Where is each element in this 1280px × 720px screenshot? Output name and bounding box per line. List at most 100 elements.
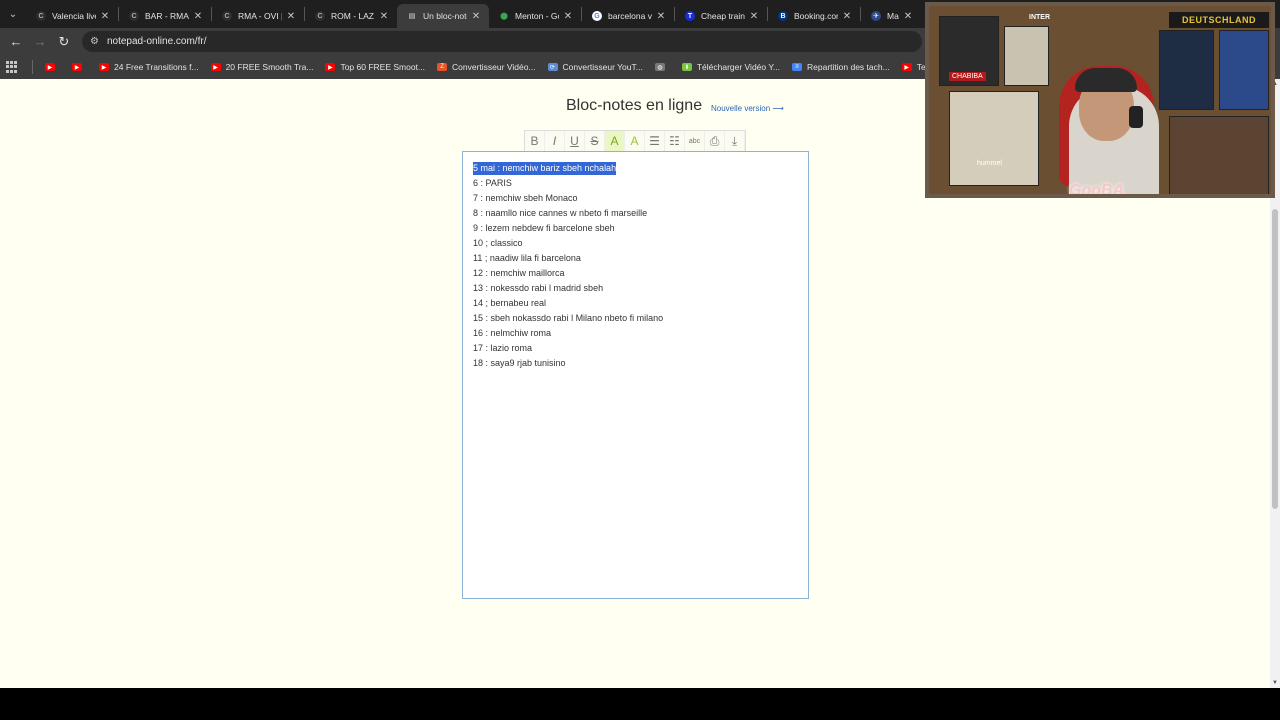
browser-tab[interactable]: C RMA - OVI | ✕	[212, 4, 304, 28]
notepad-line[interactable]: 6 : PARIS	[473, 178, 512, 188]
bookmark-item[interactable]: ▶ 24 Free Transitions f...	[99, 62, 199, 72]
download-button[interactable]: ⤓	[725, 131, 745, 151]
close-tab-icon[interactable]: ✕	[471, 11, 481, 22]
tab-title: Valencia live	[52, 11, 96, 21]
wall-shelf	[1169, 116, 1269, 194]
bookmark-label: Convertisseur Vidéo...	[452, 62, 536, 72]
text-color-button[interactable]: A	[625, 131, 645, 151]
bookmark-item[interactable]: Z Convertisseur Vidéo...	[437, 62, 536, 72]
scroll-down-arrow-icon[interactable]: ▼	[1272, 680, 1278, 686]
browser-tab[interactable]: T Cheap train ✕	[675, 4, 767, 28]
bulleted-list-button[interactable]: ☰	[645, 131, 665, 151]
address-url[interactable]: notepad-online.com/fr/	[107, 36, 207, 47]
bookmark-label: Convertisseur YouT...	[562, 62, 643, 72]
notepad-line-row: 17 : lazio roma	[473, 340, 798, 355]
tab-title: Marseille >	[887, 11, 899, 21]
close-tab-icon[interactable]: ✕	[903, 11, 913, 22]
close-tab-icon[interactable]: ✕	[842, 11, 852, 22]
bookmark-item[interactable]: ▶	[45, 63, 60, 71]
bookmark-item[interactable]: ⬇ Télécharger Vidéo Y...	[681, 62, 780, 72]
browser-tab[interactable]: ▤ Un bloc-note ✕	[397, 4, 489, 28]
bookmark-item[interactable]: ≡ Repartition des tach...	[792, 62, 890, 72]
back-arrow-icon[interactable]: ←	[4, 30, 28, 54]
notepad-line[interactable]: 8 : naamllo nice cannes w nbeto fi marse…	[473, 208, 647, 218]
youtube-icon: ▶	[210, 63, 221, 71]
page-title: Bloc-notes en ligne	[566, 97, 703, 114]
browser-tab[interactable]: ✈ Marseille > ✕	[861, 4, 921, 28]
browser-tab[interactable]: Gbarcelona va ✕	[582, 4, 674, 28]
notepad-line[interactable]: 9 : lezem nebdew fi barcelone sbeh	[473, 223, 615, 233]
notepad-line[interactable]: 13 : nokessdo rabi l madrid sbeh	[473, 283, 603, 293]
bookmark-item[interactable]: ▶ Top 60 FREE Smoot...	[325, 62, 425, 72]
bold-button[interactable]: B	[525, 131, 545, 151]
wall-jersey	[949, 91, 1039, 186]
notepad-line[interactable]: 7 : nemchiw sbeh Monaco	[473, 193, 578, 203]
notepad-line-selected[interactable]: 5 mai : nemchiw bariz sbeh nchalah	[473, 162, 617, 175]
bookmark-item[interactable]: ▶	[72, 63, 87, 71]
notepad-line[interactable]: 14 ; bernabeu real	[473, 298, 546, 308]
youtube-icon: ▶	[901, 63, 912, 71]
bookmark-item[interactable]: ◍	[654, 63, 670, 71]
notepad-line[interactable]: 17 : lazio roma	[473, 343, 532, 353]
tab-title: RMA - OVI |	[238, 11, 282, 21]
wall-poster	[1004, 26, 1049, 86]
tab-title: Menton - Go	[515, 11, 559, 21]
globe-c-icon: C	[129, 11, 139, 21]
browser-tab[interactable]: B Booking.com ✕	[768, 4, 860, 28]
close-tab-icon[interactable]: ✕	[749, 11, 759, 22]
bookmark-label: Top 60 FREE Smoot...	[340, 62, 426, 72]
numbered-list-button[interactable]: ☷	[665, 131, 685, 151]
close-tab-icon[interactable]: ✕	[656, 11, 666, 22]
notepad-line-row: 15 : sbeh nokassdo rabi l Milano nbeto f…	[473, 310, 798, 325]
site-info-icon[interactable]: ⚙	[90, 36, 99, 47]
browser-tab[interactable]: C BAR - RMA | ✕	[119, 4, 211, 28]
notepad-line-row: 6 : PARIS	[473, 175, 798, 190]
highlight-button[interactable]: A	[605, 131, 625, 151]
trainline-icon: T	[685, 11, 695, 21]
close-tab-icon[interactable]: ✕	[563, 11, 573, 22]
notepad-textarea[interactable]: 5 mai : nemchiw bariz sbeh nchalah 6 : PA…	[462, 151, 809, 599]
close-tab-icon[interactable]: ✕	[286, 11, 296, 22]
youtube-icon: ▶	[45, 63, 55, 71]
apps-grid-icon[interactable]	[6, 61, 18, 73]
bookmarks-divider	[32, 60, 33, 74]
bookmark-item[interactable]: ⟳ Convertisseur YouT...	[547, 62, 643, 72]
notepad-line[interactable]: 18 : saya9 rjab tunisino	[473, 358, 566, 368]
notepad-line-row: 5 mai : nemchiw bariz sbeh nchalah	[473, 160, 798, 175]
close-tab-icon[interactable]: ✕	[100, 11, 110, 22]
spellcheck-button[interactable]: abc	[685, 131, 705, 151]
bookmark-label: Télécharger Vidéo Y...	[696, 62, 780, 72]
close-tab-icon[interactable]: ✕	[379, 11, 389, 22]
notepad-line[interactable]: 10 ; classico	[473, 238, 523, 248]
notepad-line-row: 10 ; classico	[473, 235, 798, 250]
globe-c-icon: C	[36, 11, 46, 21]
close-tab-icon[interactable]: ✕	[193, 11, 203, 22]
travel-icon: ✈	[871, 11, 881, 21]
browser-tab[interactable]: ⬤ Menton - Go ✕	[489, 4, 581, 28]
scrollbar-thumb[interactable]	[1272, 209, 1278, 509]
webcam-overlay: DEUTSCHLAND INTER CHABIBA hummel GooBA	[925, 2, 1275, 198]
converter-icon: ⟳	[547, 63, 558, 71]
webcam-wall-text: INTER	[1029, 14, 1050, 21]
notepad-line[interactable]: 15 : sbeh nokassdo rabi l Milano nbeto f…	[473, 313, 663, 323]
bookmark-item[interactable]: ▶ 20 FREE Smooth Tra...	[210, 62, 313, 72]
new-version-link[interactable]: Nouvelle version ⟶	[711, 104, 784, 113]
forward-arrow-icon[interactable]: →	[28, 30, 52, 54]
notepad-line-row: 11 ; naadiw lila fi barcelona	[473, 250, 798, 265]
notepad-line[interactable]: 11 ; naadiw lila fi barcelona	[473, 253, 581, 263]
underline-button[interactable]: U	[565, 131, 585, 151]
download-icon: ⬇	[681, 63, 692, 71]
globe-icon: ◍	[654, 63, 665, 71]
address-bar[interactable]: ⚙ notepad-online.com/fr/	[82, 31, 922, 52]
print-button[interactable]: ⎙	[705, 131, 725, 151]
tab-search-chevron-icon[interactable]: ⌄	[0, 0, 26, 28]
strikethrough-button[interactable]: S	[585, 131, 605, 151]
browser-tab[interactable]: C ROM - LAZ | ✕	[305, 4, 397, 28]
notepad-line[interactable]: 16 : nelmchiw roma	[473, 328, 551, 338]
italic-button[interactable]: I	[545, 131, 565, 151]
webcam-shirt-brand: hummel	[977, 160, 1002, 167]
bottom-black-band	[0, 688, 1280, 720]
reload-icon[interactable]: ↻	[52, 30, 76, 54]
notepad-line[interactable]: 12 : nemchiw maillorca	[473, 268, 565, 278]
browser-tab[interactable]: C Valencia live ✕	[26, 4, 118, 28]
